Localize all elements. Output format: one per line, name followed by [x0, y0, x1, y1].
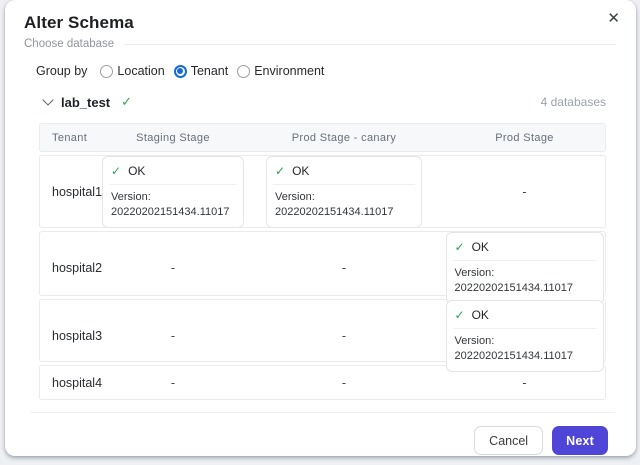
status-card: ✓ OK Version: 20220202151434.11017	[446, 232, 604, 304]
empty-cell: -	[102, 329, 244, 343]
divider	[453, 328, 597, 329]
column-header-prod-canary: Prod Stage - canary	[244, 132, 444, 144]
subtitle-row: Choose database	[24, 38, 616, 50]
table-row: hospital3 - - ✓ OK Version: 202202021514…	[39, 299, 606, 362]
version-value: 20220202151434.11017	[455, 281, 595, 296]
dialog-title: Alter Schema	[24, 13, 616, 33]
dialog-subtitle: Choose database	[24, 38, 114, 50]
status-card: ✓ OK Version: 20220202151434.11017	[102, 156, 244, 228]
radio-option-location[interactable]: Location	[100, 64, 164, 78]
version-label: Version:	[455, 334, 595, 349]
database-count: 4 databases	[541, 95, 606, 109]
next-button[interactable]: Next	[552, 426, 608, 455]
table-header-row: Tenant Staging Stage Prod Stage - canary…	[39, 123, 606, 152]
status-text: OK	[472, 240, 489, 254]
version-value: 20220202151434.11017	[275, 205, 413, 220]
version-value: 20220202151434.11017	[111, 205, 235, 220]
status-card: ✓ OK Version: 20220202151434.11017	[266, 156, 422, 228]
database-group-header[interactable]: lab_test ✓ 4 databases	[44, 94, 606, 110]
empty-cell: -	[244, 261, 444, 275]
status-line: ✓ OK	[455, 307, 595, 328]
tenant-label: hospital3	[40, 329, 102, 343]
version-value: 20220202151434.11017	[455, 349, 595, 364]
column-header-tenant: Tenant	[40, 132, 102, 144]
group-name: lab_test	[61, 95, 110, 110]
divider	[109, 184, 237, 185]
check-icon: ✓	[111, 164, 121, 178]
divider	[124, 44, 616, 45]
empty-cell: -	[444, 185, 605, 199]
column-header-staging: Staging Stage	[102, 132, 244, 144]
radio-label-environment: Environment	[254, 64, 324, 78]
table-row: hospital1 ✓ OK Version: 20220202151434.1…	[39, 155, 606, 228]
check-icon: ✓	[455, 308, 465, 322]
chevron-down-icon[interactable]	[42, 94, 53, 105]
radio-label-location: Location	[117, 64, 164, 78]
version-info: Version: 20220202151434.11017	[275, 190, 413, 220]
divider	[273, 184, 415, 185]
dialog-footer: Cancel Next	[5, 426, 608, 455]
table-cell: ✓ OK Version: 20220202151434.11017	[102, 156, 244, 228]
tenant-label: hospital2	[40, 261, 102, 275]
table-cell: ✓ OK Version: 20220202151434.11017	[444, 232, 605, 304]
alter-schema-dialog: Alter Schema ✕ Choose database Group by …	[5, 0, 636, 456]
empty-cell: -	[102, 261, 244, 275]
empty-cell: -	[244, 376, 444, 390]
empty-cell: -	[102, 376, 244, 390]
tenant-label: hospital4	[40, 376, 102, 390]
cancel-button[interactable]: Cancel	[474, 426, 543, 455]
radio-option-environment[interactable]: Environment	[237, 64, 324, 78]
empty-cell: -	[444, 376, 605, 390]
database-status-table: Tenant Staging Stage Prod Stage - canary…	[39, 123, 606, 400]
version-info: Version: 20220202151434.11017	[455, 334, 595, 364]
column-header-prod: Prod Stage	[444, 132, 605, 144]
close-icon[interactable]: ✕	[607, 10, 620, 28]
table-cell: ✓ OK Version: 20220202151434.11017	[444, 300, 605, 372]
radio-label-tenant: Tenant	[191, 64, 229, 78]
status-text: OK	[292, 164, 309, 178]
empty-cell: -	[244, 329, 444, 343]
radio-option-tenant[interactable]: Tenant	[174, 64, 229, 78]
status-line: ✓ OK	[455, 239, 595, 260]
status-card: ✓ OK Version: 20220202151434.11017	[446, 300, 604, 372]
version-label: Version:	[275, 190, 413, 205]
footer-divider	[30, 412, 615, 413]
table-row: hospital2 - - ✓ OK Version: 202202021514…	[39, 231, 606, 296]
divider	[453, 260, 597, 261]
tenant-label: hospital1	[40, 185, 102, 199]
status-line: ✓ OK	[275, 163, 413, 184]
group-by-row: Group by Location Tenant Environment	[36, 64, 636, 78]
status-text: OK	[128, 164, 145, 178]
table-cell: ✓ OK Version: 20220202151434.11017	[244, 156, 444, 228]
dialog-header: Alter Schema ✕ Choose database	[5, 0, 636, 50]
radio-icon-location[interactable]	[100, 65, 113, 78]
radio-icon-environment[interactable]	[237, 65, 250, 78]
status-text: OK	[472, 308, 489, 322]
group-by-label: Group by	[36, 64, 87, 78]
version-label: Version:	[111, 190, 235, 205]
version-label: Version:	[455, 266, 595, 281]
check-icon: ✓	[275, 164, 285, 178]
version-info: Version: 20220202151434.11017	[111, 190, 235, 220]
check-icon: ✓	[455, 240, 465, 254]
version-info: Version: 20220202151434.11017	[455, 266, 595, 296]
radio-icon-tenant-selected[interactable]	[174, 65, 187, 78]
check-icon: ✓	[121, 94, 132, 110]
status-line: ✓ OK	[111, 163, 235, 184]
